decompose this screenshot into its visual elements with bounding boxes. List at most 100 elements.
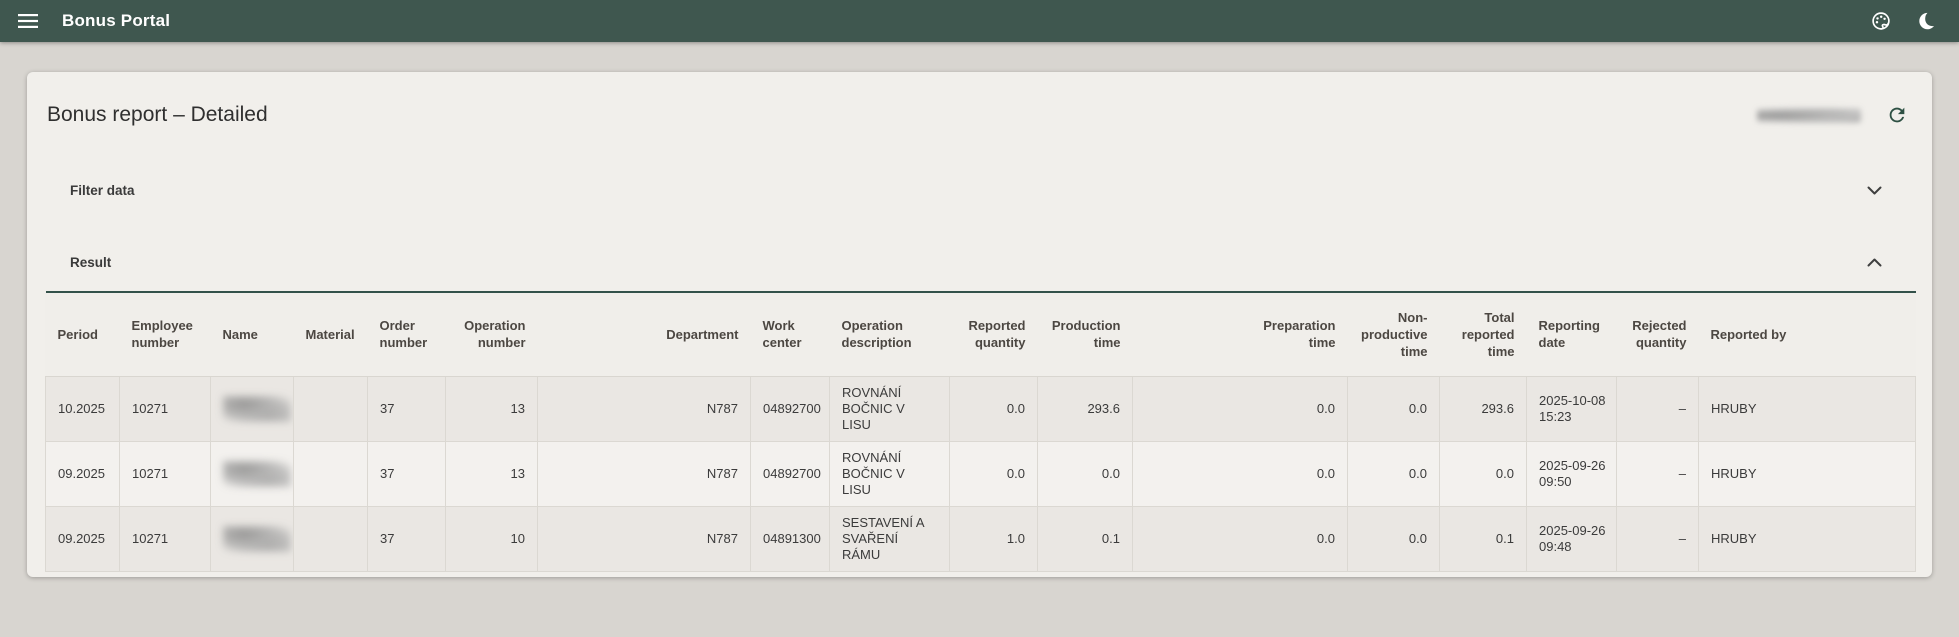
page-title: Bonus report – Detailed <box>47 103 268 127</box>
cell-order-number: 37 <box>368 441 446 506</box>
cell-reported-quantity: 0.0 <box>950 376 1038 441</box>
column-header-label: Reported quantity <box>962 317 1026 351</box>
cell-reported-quantity: 0.0 <box>950 441 1038 506</box>
column-header-label: Employee number <box>132 317 199 351</box>
cell-rejected-quantity: – <box>1617 506 1699 571</box>
cell-operation-description: ROVNÁNÍ BOČNIC V LISU <box>830 441 950 506</box>
cell-department: N787 <box>538 376 751 441</box>
cell-material <box>294 506 368 571</box>
cell-preparation-time: 0.0 <box>1133 506 1348 571</box>
chevron-up-icon <box>1867 258 1882 267</box>
result-table-container: Period Employee number Name Material Order n… <box>45 291 1915 572</box>
column-header-total-reported-time[interactable]: Total reported time <box>1440 292 1527 376</box>
cell-material <box>294 441 368 506</box>
table-row: 10.2025102713713N78704892700ROVNÁNÍ BOČN… <box>46 376 1916 441</box>
cell-name <box>211 376 294 441</box>
column-header-preparation-time[interactable]: Preparation time <box>1133 292 1348 376</box>
card-header: Bonus report – Detailed <box>45 72 1915 132</box>
cell-preparation-time: 0.0 <box>1133 441 1348 506</box>
column-header-label: Operation number <box>458 317 526 351</box>
cell-total-reported-time: 293.6 <box>1440 376 1527 441</box>
employee-name-redacted <box>223 396 291 422</box>
column-header-reported-by[interactable]: Reported by <box>1699 292 1916 376</box>
column-header-label: Work center <box>763 317 818 351</box>
cell-operation-number: 13 <box>446 376 538 441</box>
cell-period: 10.2025 <box>46 376 120 441</box>
column-header-non-productive-time[interactable]: Non-productive time <box>1348 292 1440 376</box>
column-header-label: Preparation time <box>1256 317 1336 351</box>
cell-department: N787 <box>538 506 751 571</box>
column-header-label: Reporting date <box>1539 317 1605 351</box>
column-header-rejected-quantity[interactable]: Rejected quantity <box>1617 292 1699 376</box>
cell-reporting-date: 2025-09-26 09:48 <box>1527 506 1617 571</box>
cell-reported-by: HRUBY <box>1699 506 1916 571</box>
cell-operation-number: 13 <box>446 441 538 506</box>
cell-department: N787 <box>538 441 751 506</box>
cell-reported-quantity: 1.0 <box>950 506 1038 571</box>
column-header-label: Material <box>306 326 355 343</box>
hamburger-icon <box>18 14 38 28</box>
column-header-reporting-date[interactable]: Reporting date <box>1527 292 1617 376</box>
cell-period: 09.2025 <box>46 506 120 571</box>
column-header-label: Department <box>666 326 738 343</box>
column-header-department[interactable]: Department <box>538 292 751 376</box>
column-header-reported-quantity[interactable]: Reported quantity <box>950 292 1038 376</box>
column-header-order-number[interactable]: Order number <box>368 292 446 376</box>
app-title: Bonus Portal <box>62 11 170 31</box>
column-header-material[interactable]: Material <box>294 292 368 376</box>
cell-rejected-quantity: – <box>1617 441 1699 506</box>
column-header-label: Name <box>223 326 258 343</box>
cell-operation-number: 10 <box>446 506 538 571</box>
column-header-name[interactable]: Name <box>211 292 294 376</box>
cell-material <box>294 376 368 441</box>
table-row: 09.202510271 3713N78704892700ROVNÁNÍ BOČN… <box>46 441 1916 506</box>
refresh-button[interactable] <box>1879 97 1915 133</box>
column-header-operation-description[interactable]: Operation description <box>830 292 950 376</box>
filter-panel-header[interactable]: Filter data <box>45 166 1915 214</box>
column-header-employee-number[interactable]: Employee number <box>120 292 211 376</box>
menu-button[interactable] <box>10 3 46 39</box>
cell-reporting-date: 2025-10-08 15:23 <box>1527 376 1617 441</box>
dark-mode-button[interactable] <box>1909 3 1945 39</box>
column-header-label: Total reported time <box>1452 309 1515 360</box>
column-header-label: Operation description <box>842 317 938 351</box>
column-header-production-time[interactable]: Production time <box>1038 292 1133 376</box>
cell-production-time: 293.6 <box>1038 376 1133 441</box>
cell-period: 09.2025 <box>46 441 120 506</box>
table-row: 09.202510271 3710N78704891300SESTAVENÍ A … <box>46 506 1916 571</box>
cell-order-number: 37 <box>368 506 446 571</box>
cell-reporting-date: 2025-09-26 09:50 <box>1527 441 1617 506</box>
column-header-label: Period <box>58 326 98 343</box>
column-header-work-center[interactable]: Work center <box>751 292 830 376</box>
filter-panel-label: Filter data <box>70 183 135 198</box>
cell-rejected-quantity: – <box>1617 376 1699 441</box>
palette-icon <box>1870 10 1892 32</box>
cell-reported-by: HRUBY <box>1699 376 1916 441</box>
refresh-icon <box>1886 104 1908 126</box>
cell-name <box>211 441 294 506</box>
cell-total-reported-time: 0.1 <box>1440 506 1527 571</box>
column-header-label: Reported by <box>1711 326 1787 343</box>
cell-operation-description: SESTAVENÍ A SVAŘENÍ RÁMU <box>830 506 950 571</box>
column-header-operation-number[interactable]: Operation number <box>446 292 538 376</box>
cell-employee-number: 10271 <box>120 441 211 506</box>
cell-work-center: 04891300 <box>751 506 830 571</box>
employee-name-redacted <box>223 461 291 487</box>
column-header-label: Production time <box>1050 317 1121 351</box>
chevron-down-icon <box>1867 186 1882 195</box>
employee-name-redacted <box>223 526 291 552</box>
result-panel-header[interactable]: Result <box>45 238 1915 286</box>
cell-employee-number: 10271 <box>120 506 211 571</box>
cell-operation-description: ROVNÁNÍ BOČNIC V LISU <box>830 376 950 441</box>
cell-non-productive-time: 0.0 <box>1348 441 1440 506</box>
cell-name <box>211 506 294 571</box>
table-header-row: Period Employee number Name Material Order n… <box>46 292 1916 376</box>
column-header-label: Order number <box>380 317 434 351</box>
column-header-period[interactable]: Period <box>46 292 120 376</box>
report-card: Bonus report – Detailed Filter data Resu… <box>27 72 1932 577</box>
theme-palette-button[interactable] <box>1863 3 1899 39</box>
cell-work-center: 04892700 <box>751 376 830 441</box>
result-table: Period Employee number Name Material Order n… <box>45 291 1916 572</box>
cell-work-center: 04892700 <box>751 441 830 506</box>
cell-reported-by: HRUBY <box>1699 441 1916 506</box>
